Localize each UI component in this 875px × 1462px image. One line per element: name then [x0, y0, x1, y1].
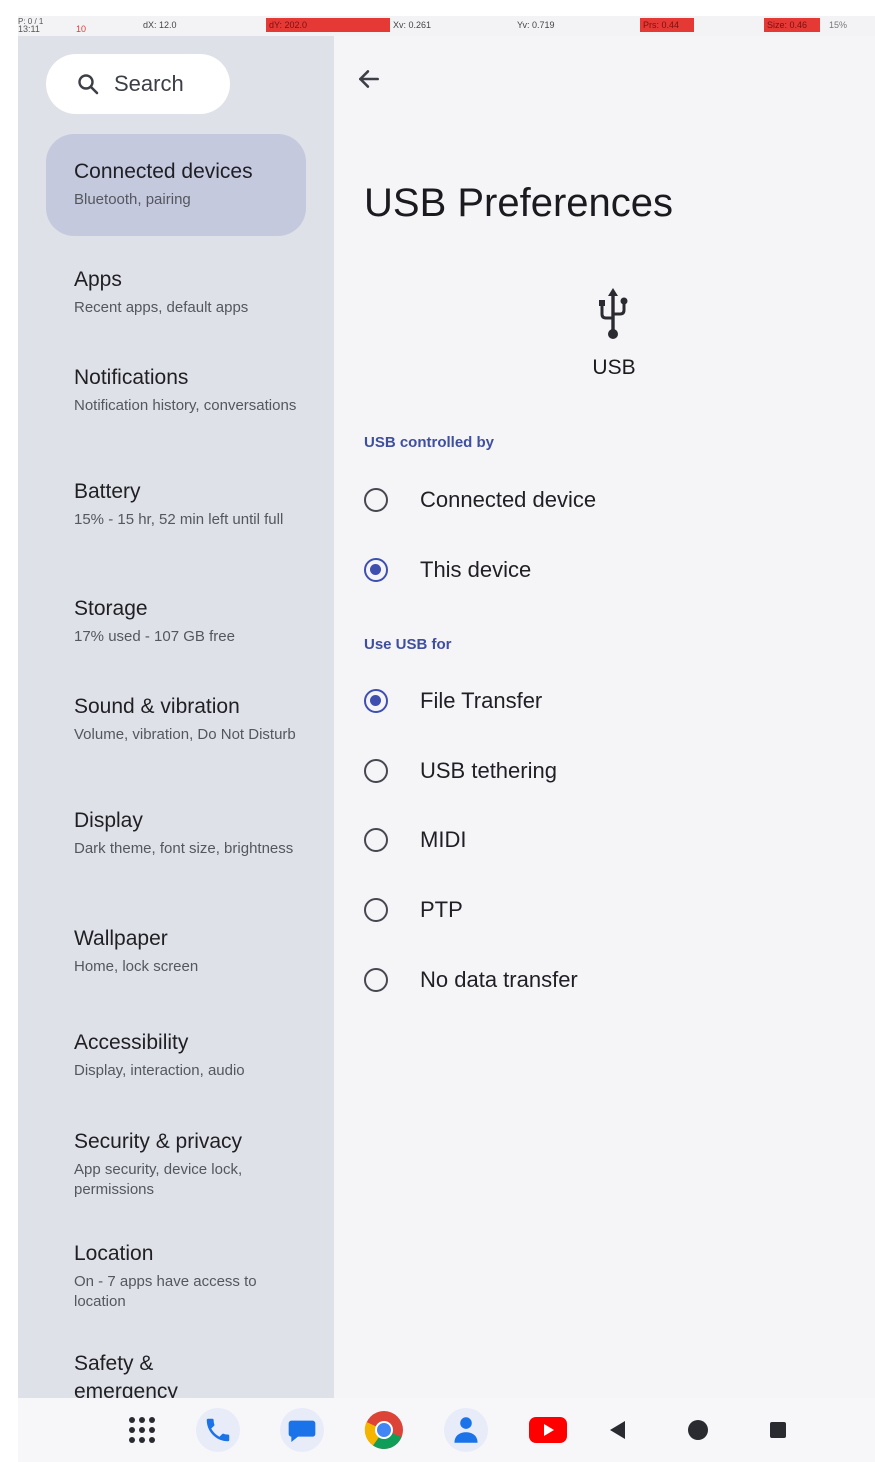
search-label: Search	[114, 71, 184, 96]
xv-readout: Xv: 0.261	[393, 20, 432, 30]
sidebar-item-safety-emergency[interactable]: Safety & emergency	[46, 1350, 226, 1398]
radio-usb-tethering[interactable]: USB tethering	[364, 751, 557, 791]
sidebar-item-subtitle: On - 7 apps have access to location	[74, 1273, 257, 1310]
sidebar-item-subtitle: 15% - 15 hr, 52 min left until full	[74, 511, 284, 528]
usb-icon	[599, 288, 628, 339]
page-title: USB Preferences	[364, 181, 674, 225]
sidebar-item-wallpaper[interactable]: Wallpaper Home, lock screen	[46, 925, 306, 977]
radio-label: MIDI	[420, 827, 467, 852]
status-bar: P: 0 / 1 13:11 10 dX: 12.0 dY: 202.0 Xv:…	[18, 16, 875, 36]
radio-label: File Transfer	[420, 688, 543, 713]
radio-this-device[interactable]: This device	[364, 550, 531, 590]
size-readout: Size: 0.46	[764, 18, 820, 32]
sidebar-item-subtitle: Bluetooth, pairing	[74, 191, 191, 208]
sidebar-item-title: Location	[74, 1242, 154, 1265]
sidebar-item-title: Security & privacy	[74, 1130, 243, 1153]
sidebar-item-notifications[interactable]: Notifications Notification history, conv…	[46, 364, 306, 416]
sidebar-item-accessibility[interactable]: Accessibility Display, interaction, audi…	[46, 1029, 306, 1081]
sidebar-item-apps[interactable]: Apps Recent apps, default apps	[46, 266, 306, 318]
back-nav-icon[interactable]	[596, 1408, 640, 1452]
sidebar-item-subtitle: Recent apps, default apps	[74, 299, 249, 316]
recents-nav-icon[interactable]	[756, 1408, 800, 1452]
phone-icon[interactable]	[196, 1408, 240, 1452]
radio-label: PTP	[420, 897, 463, 922]
sidebar-item-title: Connected devices	[74, 160, 253, 183]
pressure-readout: Prs: 0.44	[640, 18, 694, 32]
dx-readout: dX: 12.0	[143, 20, 177, 30]
usb-label: USB	[592, 356, 636, 379]
battery-status: 15%	[829, 20, 848, 30]
sidebar-item-storage[interactable]: Storage 17% used - 107 GB free	[46, 595, 306, 647]
radio-label: No data transfer	[420, 967, 578, 992]
taskbar	[18, 1398, 875, 1462]
radio-label: USB tethering	[420, 758, 557, 783]
sidebar-item-title: Sound & vibration	[74, 695, 240, 718]
search-bar[interactable]: Search	[46, 54, 230, 114]
sidebar-item-subtitle: Dark theme, font size, brightness	[74, 840, 294, 857]
radio-button-selected[interactable]	[364, 558, 388, 582]
radio-button[interactable]	[364, 968, 388, 992]
radio-label: This device	[420, 557, 532, 582]
messages-icon[interactable]	[280, 1408, 324, 1452]
sidebar-item-subtitle: Home, lock screen	[74, 958, 199, 975]
sidebar-item-title: Display	[74, 809, 143, 832]
sidebar-item-title: Storage	[74, 597, 148, 620]
radio-button[interactable]	[364, 488, 388, 512]
radio-button[interactable]	[364, 759, 388, 783]
sidebar-item-title: Battery	[74, 480, 141, 503]
record-count: 10	[76, 24, 87, 34]
status-time: P: 0 / 1 13:11 10	[18, 17, 108, 34]
radio-label: Connected device	[420, 487, 597, 512]
home-nav-icon[interactable]	[676, 1408, 720, 1452]
radio-button[interactable]	[364, 828, 388, 852]
sidebar-item-title: Safety & emergency	[74, 1352, 178, 1398]
sidebar-item-subtitle: Display, interaction, audio	[74, 1062, 245, 1079]
sidebar-item-sound-vibration[interactable]: Sound & vibration Volume, vibration, Do …	[46, 693, 306, 745]
back-arrow-icon[interactable]	[356, 66, 382, 92]
radio-midi[interactable]: MIDI	[364, 820, 466, 860]
sidebar-item-title: Wallpaper	[74, 927, 168, 950]
chrome-icon[interactable]	[362, 1408, 406, 1452]
sidebar-item-title: Notifications	[74, 366, 189, 389]
yv-readout: Yv: 0.719	[517, 20, 555, 30]
radio-connected-device[interactable]: Connected device	[364, 480, 596, 520]
app-drawer-icon[interactable]	[120, 1408, 164, 1452]
sidebar-item-title: Apps	[74, 268, 122, 291]
sidebar-item-connected-devices[interactable]: Connected devices Bluetooth, pairing	[46, 134, 306, 236]
sidebar-item-subtitle: Volume, vibration, Do Not Disturb	[74, 726, 296, 743]
section-use-usb-for: Use USB for	[364, 636, 452, 653]
settings-sidebar: Search Connected devices Bluetooth, pair…	[18, 36, 334, 1398]
search-icon	[78, 74, 99, 95]
youtube-icon[interactable]	[526, 1408, 570, 1452]
sidebar-item-battery[interactable]: Battery 15% - 15 hr, 52 min left until f…	[46, 478, 306, 530]
radio-no-data-transfer[interactable]: No data transfer	[364, 960, 578, 1000]
radio-ptp[interactable]: PTP	[364, 890, 463, 930]
radio-file-transfer[interactable]: File Transfer	[364, 681, 542, 721]
sidebar-item-display[interactable]: Display Dark theme, font size, brightnes…	[46, 807, 306, 859]
radio-button-selected[interactable]	[364, 689, 388, 713]
section-controlled-by: USB controlled by	[364, 434, 495, 451]
sidebar-item-subtitle: Notification history, conversations	[74, 397, 297, 414]
sidebar-item-title: Accessibility	[74, 1031, 189, 1054]
usb-preferences-panel: USB Preferences USB USB controlled by Co…	[334, 36, 875, 1398]
sidebar-item-security-privacy[interactable]: Security & privacy App security, device …	[46, 1128, 306, 1200]
sidebar-item-subtitle: App security, device lock, permissions	[74, 1161, 243, 1198]
radio-button[interactable]	[364, 898, 388, 922]
clock: 13:11	[18, 24, 40, 34]
contacts-icon[interactable]	[444, 1408, 488, 1452]
sidebar-item-subtitle: 17% used - 107 GB free	[74, 628, 235, 645]
dy-readout: dY: 202.0	[266, 18, 390, 32]
sidebar-item-location[interactable]: Location On - 7 apps have access to loca…	[46, 1240, 306, 1312]
